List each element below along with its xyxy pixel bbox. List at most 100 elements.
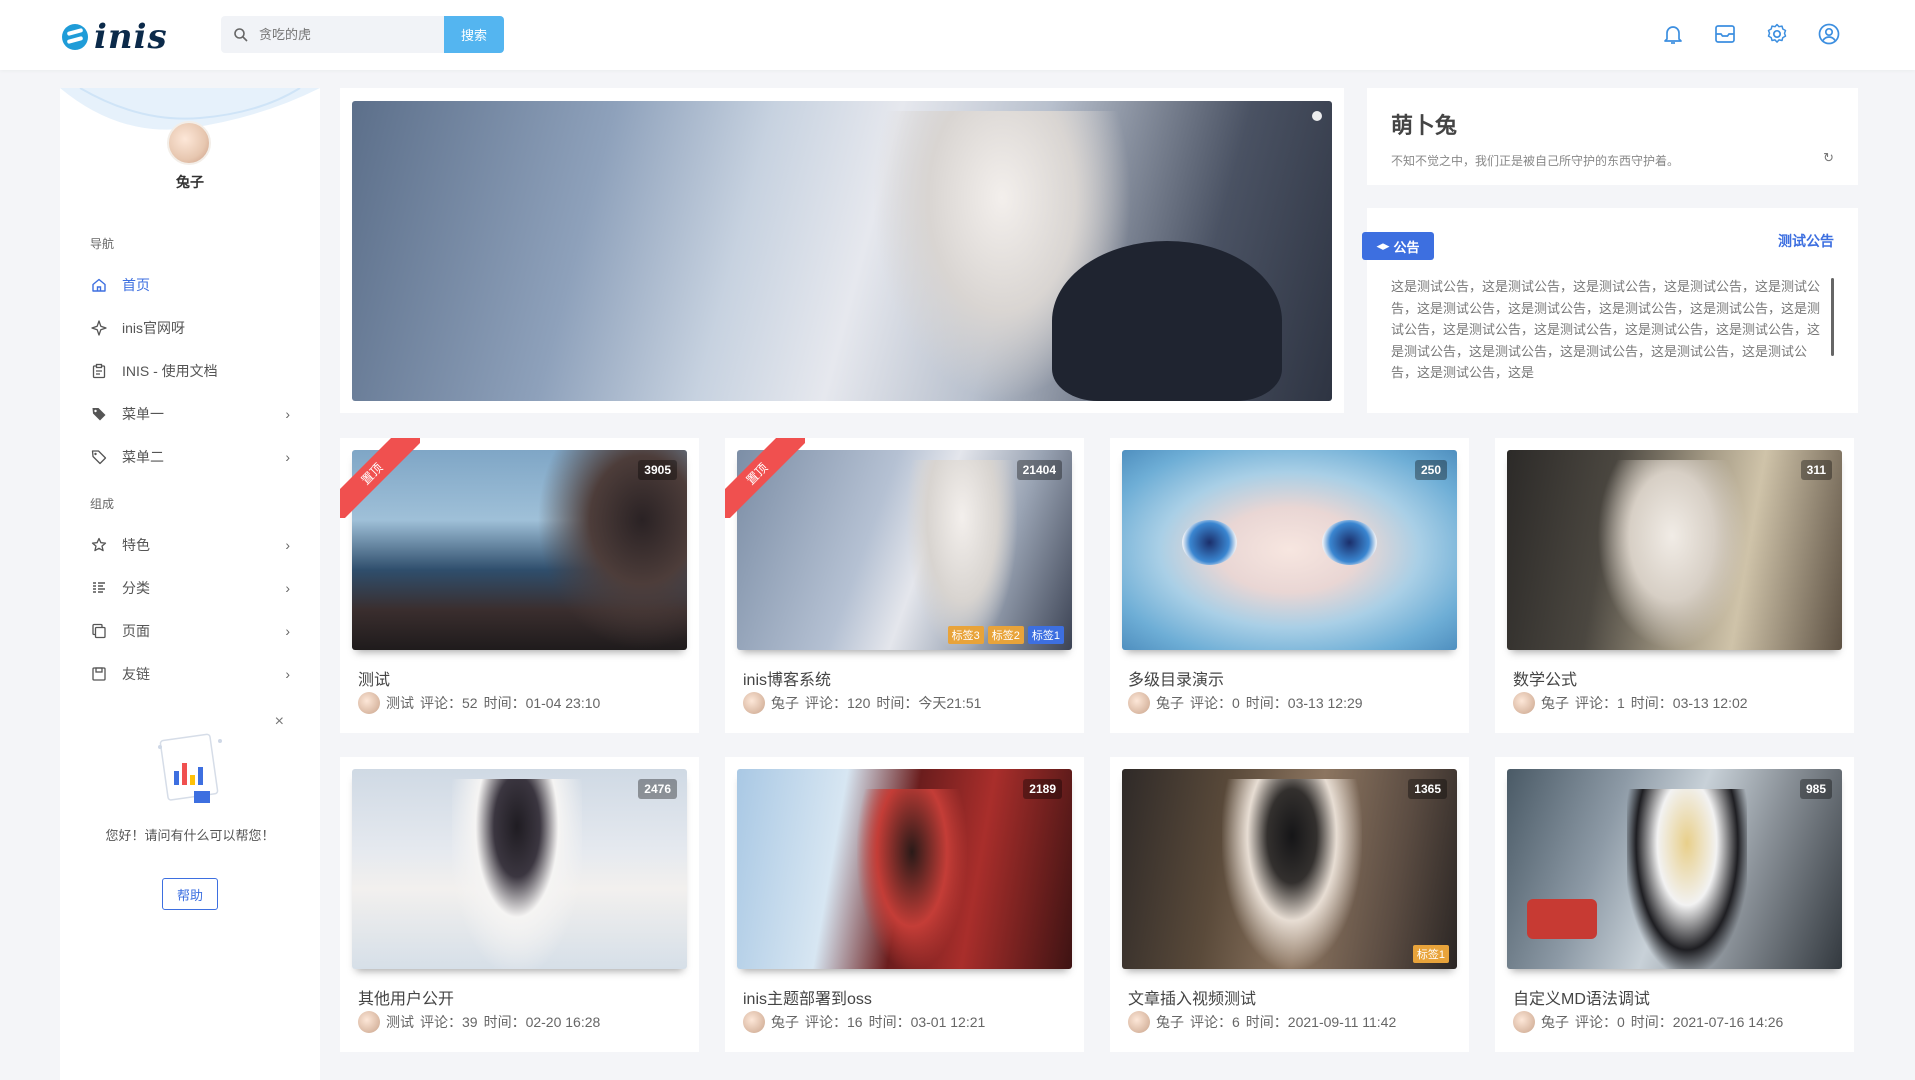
post-title[interactable]: 多级目录演示 [1128, 666, 1224, 690]
author-avatar [1128, 1011, 1150, 1033]
notice-scrollbar[interactable] [1831, 278, 1834, 356]
post-comments: 评论：6 [1190, 1014, 1240, 1030]
post-tag[interactable]: 标签2 [987, 626, 1024, 644]
post-time: 时间：03-13 12:02 [1630, 695, 1748, 711]
chevron-right-icon: › [285, 537, 290, 553]
sidebar-item-label: 分类 [122, 580, 150, 596]
post-thumbnail[interactable]: 250 [1122, 450, 1457, 650]
help-button[interactable]: 帮助 [162, 878, 218, 910]
save-icon [90, 665, 108, 683]
section-label-group: 组成 [90, 497, 115, 511]
post-meta: 兔子 评论：6 时间：2021-09-11 11:42 [1128, 1011, 1396, 1033]
sidebar-item-featured[interactable]: 特色 › [90, 530, 290, 560]
post-meta: 兔子 评论：0 时间：03-13 12:29 [1128, 692, 1363, 714]
post-card[interactable]: 3905 置顶 测试 测试 评论：52 时间：01-04 23:10 [340, 438, 699, 733]
notice-tag: ◂▸ 公告 [1362, 232, 1434, 260]
post-title[interactable]: 自定义MD语法调试 [1513, 985, 1650, 1009]
carousel-indicator[interactable] [1312, 111, 1322, 121]
top-bar: inis 搜索 [0, 0, 1915, 70]
quote-card: 萌卜兔 不知不觉之中，我们正是被自己所守护的东西守护着。 ↻ [1367, 88, 1858, 185]
sidebar-item-home[interactable]: 首页 [90, 270, 290, 300]
post-thumbnail[interactable]: 2476 [352, 769, 687, 969]
banner-image[interactable] [352, 101, 1332, 401]
sidebar-item-categories[interactable]: 分类 › [90, 573, 290, 603]
view-count: 21404 [1016, 460, 1062, 480]
post-thumbnail[interactable]: 985 [1507, 769, 1842, 969]
megaphone-icon: ◂▸ [1376, 238, 1390, 253]
post-author: 兔子 [771, 1014, 799, 1030]
post-time: 时间：2021-09-11 11:42 [1245, 1014, 1397, 1030]
post-card[interactable]: 2189 inis主题部署到oss 兔子 评论：16 时间：03-01 12:2… [725, 757, 1084, 1052]
post-meta: 兔子 评论：1 时间：03-13 12:02 [1513, 692, 1748, 714]
view-count: 2476 [638, 779, 677, 799]
banner-card [340, 88, 1344, 413]
post-card[interactable]: 250 多级目录演示 兔子 评论：0 时间：03-13 12:29 [1110, 438, 1469, 733]
logo[interactable]: inis [62, 17, 168, 57]
post-title[interactable]: 文章插入视频测试 [1128, 985, 1256, 1009]
mail-icon[interactable] [1713, 22, 1737, 46]
logo-text: inis [94, 17, 168, 57]
logo-icon [62, 24, 88, 50]
post-title[interactable]: 数学公式 [1513, 666, 1577, 690]
post-comments: 评论：39 [420, 1014, 478, 1030]
chevron-right-icon: › [285, 623, 290, 639]
thumb-eye-left [1182, 520, 1237, 565]
notice-card: ◂▸ 公告 测试公告 这是测试公告，这是测试公告，这是测试公告，这是测试公告，这… [1362, 208, 1858, 413]
view-count: 311 [1800, 460, 1832, 480]
refresh-icon[interactable]: ↻ [1823, 150, 1834, 166]
search-input[interactable] [259, 27, 439, 42]
username: 兔子 [176, 174, 204, 190]
pinned-ribbon: 置顶 [340, 438, 420, 518]
post-meta: 测试 评论：52 时间：01-04 23:10 [358, 692, 600, 714]
author-avatar [1513, 692, 1535, 714]
post-card[interactable]: 985 自定义MD语法调试 兔子 评论：0 时间：2021-07-16 14:2… [1495, 757, 1854, 1052]
post-time: 时间：03-13 12:29 [1245, 695, 1363, 711]
post-author: 测试 [386, 1014, 414, 1030]
post-thumbnail[interactable]: 311 [1507, 450, 1842, 650]
sidebar-item-label: 页面 [122, 623, 150, 639]
post-title[interactable]: 测试 [358, 666, 390, 690]
user-circle-icon[interactable] [1817, 22, 1841, 46]
sidebar-item-inis-site[interactable]: inis官网呀 [90, 313, 290, 343]
post-author: 兔子 [1541, 695, 1569, 711]
sidebar-item-docs[interactable]: INIS - 使用文档 [90, 356, 290, 386]
post-card[interactable]: 2476 其他用户公开 测试 评论：39 时间：02-20 16:28 [340, 757, 699, 1052]
post-card[interactable]: 21404 标签3 标签2 标签1 置顶 inis博客系统 兔子 评论：120 … [725, 438, 1084, 733]
clipboard-icon [90, 362, 108, 380]
post-tag[interactable]: 标签3 [947, 626, 984, 644]
sidebar-item-menu2[interactable]: 菜单二 › [90, 442, 290, 472]
view-count: 250 [1414, 460, 1447, 480]
sidebar-item-menu1[interactable]: 菜单一 › [90, 399, 290, 429]
sidebar-item-friend-links[interactable]: 友链 › [90, 659, 290, 689]
post-meta: 兔子 评论：16 时间：03-01 12:21 [743, 1011, 985, 1033]
gear-icon[interactable] [1765, 22, 1789, 46]
post-tag[interactable]: 标签1 [1027, 626, 1064, 644]
chart-illustration-icon [158, 733, 222, 803]
author-avatar [358, 692, 380, 714]
post-thumbnail[interactable]: 2189 [737, 769, 1072, 969]
view-count: 985 [1799, 779, 1832, 799]
search-button[interactable]: 搜索 [444, 16, 504, 53]
avatar[interactable] [167, 121, 211, 165]
post-thumbnail[interactable]: 1365 标签1 [1122, 769, 1457, 969]
quote-text: 不知不觉之中，我们正是被自己所守护的东西守护着。 [1391, 154, 1680, 168]
notice-link[interactable]: 测试公告 [1778, 231, 1834, 251]
post-title[interactable]: inis主题部署到oss [743, 985, 872, 1009]
author-avatar [743, 692, 765, 714]
pinned-ribbon-wrap: 置顶 [725, 438, 805, 518]
help-card: × 您好！请问有什么可以帮您！ 帮助 [60, 713, 320, 973]
sidebar-item-pages[interactable]: 页面 › [90, 616, 290, 646]
sidebar-item-label: 菜单一 [122, 406, 164, 422]
pinned-ribbon-wrap: 置顶 [340, 438, 420, 518]
post-author: 兔子 [771, 695, 799, 711]
post-tag[interactable]: 标签1 [1412, 945, 1449, 963]
post-title[interactable]: 其他用户公开 [358, 985, 454, 1009]
close-icon[interactable]: × [275, 713, 284, 731]
post-card[interactable]: 311 数学公式 兔子 评论：1 时间：03-13 12:02 [1495, 438, 1854, 733]
thumb-figure [1222, 779, 1362, 969]
thumb-figure [537, 450, 687, 650]
sidebar-item-label: 友链 [122, 666, 150, 682]
post-title[interactable]: inis博客系统 [743, 666, 831, 690]
bell-icon[interactable] [1661, 22, 1685, 46]
post-card[interactable]: 1365 标签1 文章插入视频测试 兔子 评论：6 时间：2021-09-11 … [1110, 757, 1469, 1052]
